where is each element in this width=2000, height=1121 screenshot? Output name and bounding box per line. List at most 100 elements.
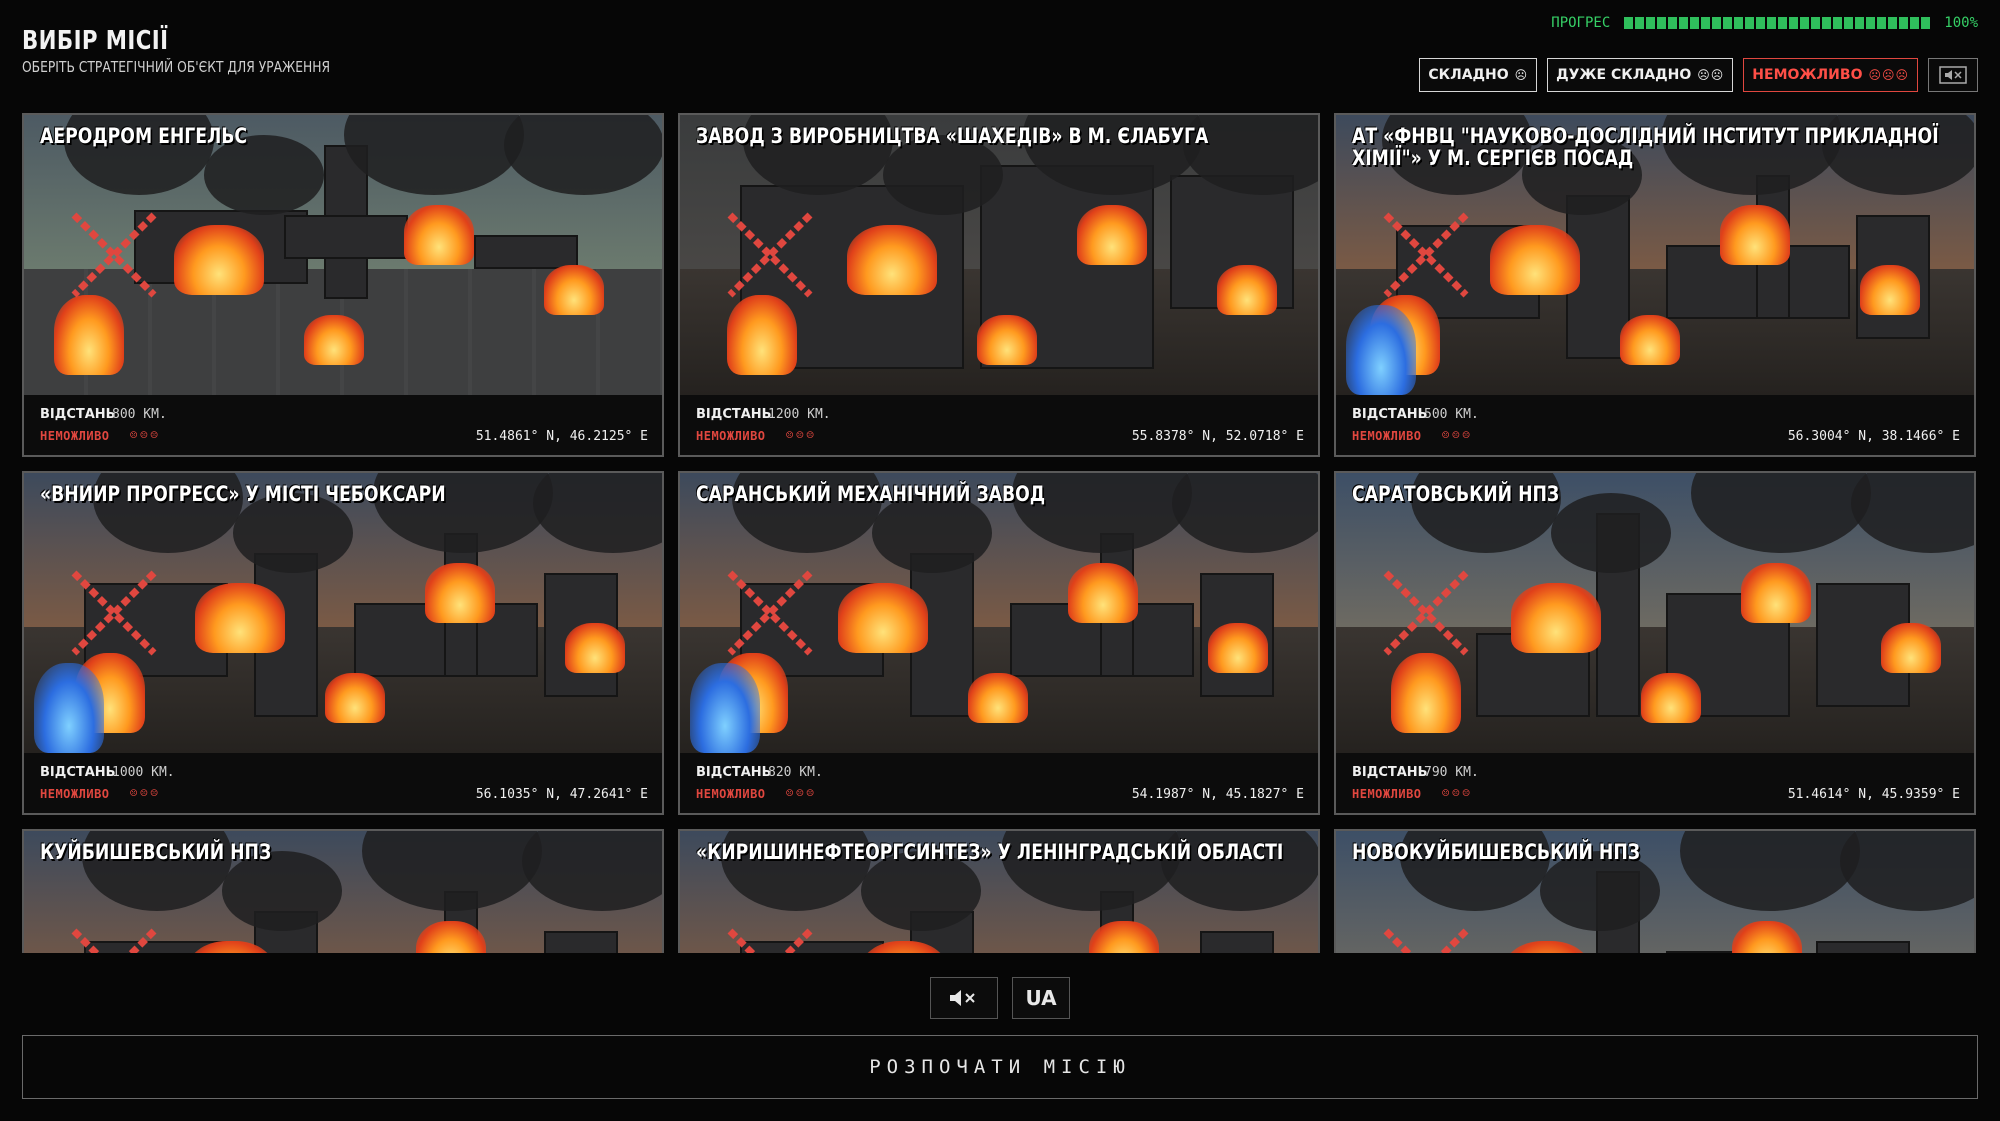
mission-card[interactable]: КУЙБИШЕВСЬКИЙ НПЗ [22,829,664,953]
fire-flame [1391,653,1461,733]
fire-flame [977,315,1037,365]
fire-flame [1641,673,1701,723]
fire-flame [847,225,937,295]
mute-toggle-button[interactable] [1928,58,1978,92]
mission-artwork [24,473,662,753]
mission-title: НОВОКУЙБИШЕВСЬКИЙ НПЗ [1352,840,1640,864]
fire-flame [727,295,797,375]
mission-card[interactable]: «ВНИИР ПРОГРЕСС» У МІСТІ ЧЕБОКСАРИ ВІДСТА… [22,471,664,815]
skull-icon: ☹ [1514,68,1529,82]
progress-segment [1679,17,1689,29]
fire-flame [174,225,264,295]
difficulty-label: НЕМОЖЛИВО [696,429,766,443]
progress-segment [1734,17,1744,29]
coordinates: 56.1035° N, 47.2641° E [475,787,648,802]
mission-info: ВІДСТАНЬ 790 КМ. НЕМОЖЛИВО ☹☹☹ 51.4614° N, 4… [1336,753,1974,813]
coordinates: 55.8378° N, 52.0718° E [1131,429,1304,444]
mission-info: ВІДСТАНЬ 800 КМ. НЕМОЖЛИВО ☹☹☹ 51.4861° N, 4… [24,395,662,455]
fire-flame [1511,583,1601,653]
mission-artwork [24,115,662,395]
skull-icon: ☹☹ [1697,68,1725,82]
sound-toggle-button[interactable] [930,977,998,1019]
progress-segment [1745,17,1755,29]
target-x-icon [727,928,813,953]
progress-segment [1888,17,1898,29]
building-silhouette [474,235,578,269]
target-x-icon [1383,570,1469,656]
progress-segment [1800,17,1810,29]
fire-flame [1860,265,1920,315]
bottom-controls: UA [0,977,2000,1019]
mission-grid: АЕРОДРОМ ЕНГЕЛЬС ВІДСТАНЬ 800 КМ. НЕМОЖЛИВО… [22,113,1978,953]
mission-card[interactable]: АЕРОДРОМ ЕНГЕЛЬС ВІДСТАНЬ 800 КМ. НЕМОЖЛИВО… [22,113,664,457]
target-x-icon [1383,928,1469,953]
fire-flame [425,563,495,623]
speaker-muted-icon [950,990,975,1006]
skull-icon: ☹☹☹ [130,786,161,800]
progress-segment [1877,17,1887,29]
distance-label: ВІДСТАНЬ [40,407,116,422]
fire-flame [325,673,385,723]
fire-flame [1077,205,1147,265]
difficulty-impossible-button[interactable]: НЕМОЖЛИВО ☹☹☹ [1743,58,1918,92]
progress-segment [1668,17,1678,29]
progress-segment [1910,17,1920,29]
fire-flame [1208,623,1268,673]
difficulty-label: НЕМОЖЛИВО [1752,67,1863,83]
target-x-icon [1383,212,1469,298]
fire-flame [565,623,625,673]
fire-flame [1068,563,1138,623]
mission-artwork [1336,473,1974,753]
mission-card[interactable]: САРАТОВСЬКИЙ НПЗ ВІДСТАНЬ 790 КМ. НЕМОЖЛИВО… [1334,471,1976,815]
target-x-icon [71,928,157,953]
page-title: ВИБІР МІСІЇ [22,26,169,56]
coordinates: 54.1987° N, 45.1827° E [1131,787,1304,802]
mission-card[interactable]: ЗАВОД З ВИРОБНИЦТВА «ШАХЕДІВ» В М. ЄЛАБУ… [678,113,1320,457]
distance-label: ВІДСТАНЬ [1352,765,1428,780]
difficulty-hard-button[interactable]: СКЛАДНО ☹ [1419,58,1538,92]
mission-card[interactable]: НОВОКУЙБИШЕВСЬКИЙ НПЗ [1334,829,1976,953]
start-mission-button[interactable]: РОЗПОЧАТИ МІСІЮ [22,1035,1978,1099]
distance-label: ВІДСТАНЬ [696,407,772,422]
skull-icon: ☹☹☹ [130,428,161,442]
progress-segment [1833,17,1843,29]
progress-segment [1822,17,1832,29]
difficulty-label: НЕМОЖЛИВО [1352,429,1422,443]
progress-segment [1844,17,1854,29]
difficulty-label: НЕМОЖЛИВО [1352,787,1422,801]
progress-segment [1789,17,1799,29]
fire-flame [1741,563,1811,623]
mission-card[interactable]: САРАНСЬКИЙ МЕХАНІЧНИЙ ЗАВОД ВІДСТАНЬ 820 К… [678,471,1320,815]
building-silhouette [1816,941,1910,953]
progress-segment [1855,17,1865,29]
page-subtitle: ОБЕРІТЬ СТРАТЕГІЧНИЙ ОБ'ЄКТ ДЛЯ УРАЖЕННЯ [22,58,331,76]
progress-indicator: ПРОГРЕС 100% [1551,12,1978,34]
coordinates: 56.3004° N, 38.1466° E [1787,429,1960,444]
progress-segment [1756,17,1766,29]
mission-card[interactable]: «КИРИШИНЕФТЕОРГСИНТЕЗ» У ЛЕНІНГРАДСЬКІЙ … [678,829,1320,953]
mission-title: САРАТОВСЬКИЙ НПЗ [1352,482,1560,506]
distance-label: ВІДСТАНЬ [1352,407,1428,422]
skull-icon: ☹☹☹ [1442,428,1473,442]
progress-segment [1778,17,1788,29]
progress-segment [1624,17,1634,29]
mission-info: ВІДСТАНЬ 1200 КМ. НЕМОЖЛИВО ☹☹☹ 55.8378° N, … [680,395,1318,455]
mission-info: ВІДСТАНЬ 1000 КМ. НЕМОЖЛИВО ☹☹☹ 56.1035° N, … [24,753,662,813]
progress-segment [1657,17,1667,29]
coordinates: 51.4614° N, 45.9359° E [1787,787,1960,802]
progress-segment [1723,17,1733,29]
language-button[interactable]: UA [1012,977,1070,1019]
difficulty-very-hard-button[interactable]: ДУЖЕ СКЛАДНО ☹☹ [1547,58,1734,92]
progress-value: 100% [1944,15,1978,31]
mission-artwork [680,473,1318,753]
progress-segment [1701,17,1711,29]
fire-flame [1217,265,1277,315]
target-x-icon [71,212,157,298]
skull-icon: ☹☹☹ [1442,786,1473,800]
fire-flame [1881,623,1941,673]
mission-card[interactable]: АТ «ФНВЦ "НАУКОВО-ДОСЛІДНИЙ ІНСТИТУТ ПРИ… [1334,113,1976,457]
difficulty-label: НЕМОЖЛИВО [696,787,766,801]
distance-value: 820 КМ. [768,765,823,780]
fire-flame [404,205,474,265]
smoke-cloud [1551,493,1671,573]
